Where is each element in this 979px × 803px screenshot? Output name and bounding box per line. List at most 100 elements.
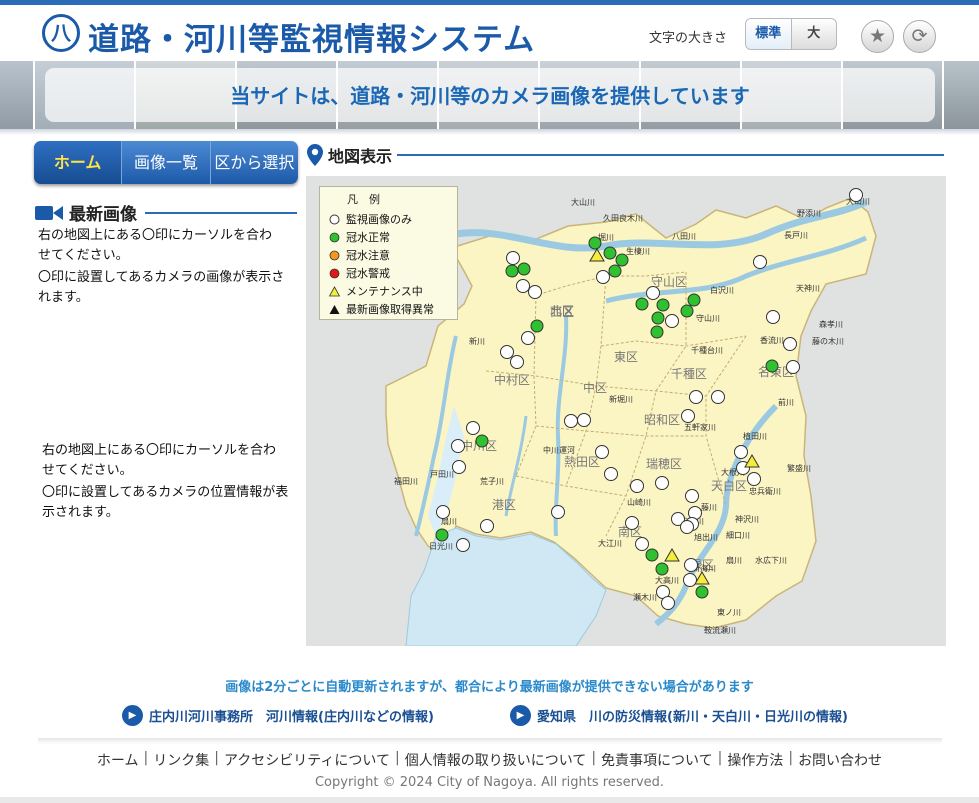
camera-flood-normal-marker[interactable] [505, 264, 519, 278]
district-label: 中村区 [494, 372, 530, 387]
camera-flood-normal-marker[interactable] [651, 311, 665, 325]
river-label: 福田川 [394, 477, 418, 486]
camera-marker[interactable] [577, 413, 591, 427]
river-label: 扇川 [726, 555, 742, 565]
legend-black-triangle-icon [329, 304, 340, 314]
legend-label: 冠水警戒 [346, 267, 390, 280]
legend-item: 監視画像のみ [320, 210, 457, 228]
legend-item: 冠水正常 [320, 228, 457, 246]
camera-flood-normal-marker[interactable] [517, 262, 531, 276]
river-label: 香流川 [760, 335, 784, 345]
font-size-normal-button[interactable]: 標準 [746, 19, 792, 49]
camera-marker[interactable] [684, 558, 698, 572]
camera-marker[interactable] [849, 188, 863, 202]
camera-marker[interactable] [551, 505, 565, 519]
camera-flood-normal-marker[interactable] [615, 253, 629, 267]
camera-marker[interactable] [655, 476, 669, 490]
footer-link-links[interactable]: リンク集 [148, 750, 214, 770]
district-label: 瑞穂区 [646, 457, 682, 471]
river-label: 瀬木川 [633, 592, 657, 602]
copyright: Copyright © 2024 City of Nagoya. All rig… [314, 775, 665, 790]
camera-flood-normal-marker[interactable] [608, 264, 622, 278]
camera-marker[interactable] [680, 520, 694, 534]
district-label: 西区 [550, 305, 574, 319]
district-label: 昭和区 [644, 413, 680, 427]
camera-flood-normal-marker[interactable] [435, 528, 449, 542]
camera-marker[interactable] [466, 421, 480, 435]
footer-link-privacy[interactable]: 個人情報の取り扱いについて [400, 750, 592, 770]
camera-flood-normal-marker[interactable] [645, 548, 659, 562]
footer-link-accessibility[interactable]: アクセシビリティについて [219, 750, 395, 770]
camera-flood-normal-marker[interactable] [687, 293, 701, 307]
camera-marker[interactable] [753, 255, 767, 269]
tab-image-list[interactable]: 画像一覧 [122, 141, 211, 184]
camera-marker[interactable] [783, 337, 797, 351]
river-label: 天神川 [796, 283, 820, 293]
footer-link-home[interactable]: ホーム [92, 750, 144, 770]
camera-marker[interactable] [685, 489, 699, 503]
camera-flood-normal-marker[interactable] [650, 325, 664, 339]
camera-marker[interactable] [480, 519, 494, 533]
camera-marker[interactable] [604, 467, 618, 481]
footer-link-contact[interactable]: お問い合わせ [793, 750, 887, 770]
camera-flood-normal-marker[interactable] [655, 562, 669, 576]
camera-flood-normal-marker[interactable] [635, 297, 649, 311]
camera-marker[interactable] [596, 270, 610, 284]
tab-home[interactable]: ホーム [34, 141, 123, 184]
camera-marker[interactable] [734, 445, 748, 459]
latest-instruction-1: 右の地図上にある〇印にカーソルを合わせてください。 [38, 228, 273, 263]
camera-marker[interactable] [630, 479, 644, 493]
camera-marker[interactable] [747, 472, 761, 486]
footer-link-how-to-use[interactable]: 操作方法 [722, 750, 788, 770]
camera-marker[interactable] [646, 286, 660, 300]
location-instruction-2: 〇印に設置してあるカメラの位置情報が表示されます。 [42, 485, 289, 520]
aichi-river-info-link[interactable]: ▶ 愛知県 川の防災情報(新川・天白川・日光川の情報) [510, 705, 848, 726]
banner-shadow [0, 129, 979, 135]
camera-flood-normal-marker[interactable] [588, 236, 602, 250]
camera-marker[interactable] [595, 445, 609, 459]
camera-marker[interactable] [500, 345, 514, 359]
camera-marker[interactable] [665, 314, 679, 328]
camera-marker[interactable] [528, 285, 542, 299]
camera-marker[interactable] [456, 538, 470, 552]
legend-item: 最新画像取得異常 [320, 300, 457, 318]
camera-marker[interactable] [635, 537, 649, 551]
banner-photo [0, 61, 35, 130]
camera-map[interactable]: 北区 守山区 西区 東区 千種区 中村区 中区 名東区 昭和区 中川区 熱田区 … [306, 176, 946, 646]
camera-marker[interactable] [436, 505, 450, 519]
tab-select-ward[interactable]: 区から選択 [211, 141, 298, 184]
camera-marker[interactable] [689, 390, 703, 404]
camera-marker[interactable] [521, 331, 535, 345]
camera-marker[interactable] [661, 596, 675, 610]
river-label: 長戸川 [784, 231, 808, 240]
refresh-icon[interactable]: ⟳ [903, 20, 936, 53]
camera-marker[interactable] [681, 409, 695, 423]
river-label: 森孝川 [819, 319, 843, 329]
camera-marker[interactable] [625, 516, 639, 530]
camera-marker[interactable] [766, 310, 780, 324]
river-label: 荒子川 [480, 476, 504, 486]
river-label: 野添川 [797, 209, 821, 218]
camera-marker[interactable] [516, 279, 530, 293]
camera-marker[interactable] [683, 573, 697, 587]
favorite-star-icon[interactable]: ★ [861, 20, 894, 53]
river-label: 山崎川 [627, 497, 651, 507]
shonai-river-office-link[interactable]: ▶ 庄内川河川事務所 河川情報(庄内川などの情報) [122, 705, 434, 726]
camera-marker[interactable] [452, 460, 466, 474]
camera-marker[interactable] [711, 390, 725, 404]
footer-link-disclaimer[interactable]: 免責事項について [596, 750, 718, 770]
camera-marker[interactable] [510, 355, 524, 369]
camera-flood-normal-marker[interactable] [680, 304, 694, 318]
font-size-large-button[interactable]: 大 [792, 19, 837, 49]
camera-flood-normal-marker[interactable] [695, 585, 709, 599]
camera-marker[interactable] [786, 360, 800, 374]
camera-flood-normal-marker[interactable] [765, 359, 779, 373]
camera-flood-normal-marker[interactable] [475, 434, 489, 448]
camera-marker[interactable] [564, 414, 578, 428]
camera-flood-normal-marker[interactable] [656, 298, 670, 312]
camera-flood-normal-marker[interactable] [603, 246, 617, 260]
camera-marker[interactable] [506, 251, 520, 265]
camera-flood-normal-marker[interactable] [530, 319, 544, 333]
camera-marker[interactable] [451, 439, 465, 453]
footer-divider [38, 738, 942, 744]
